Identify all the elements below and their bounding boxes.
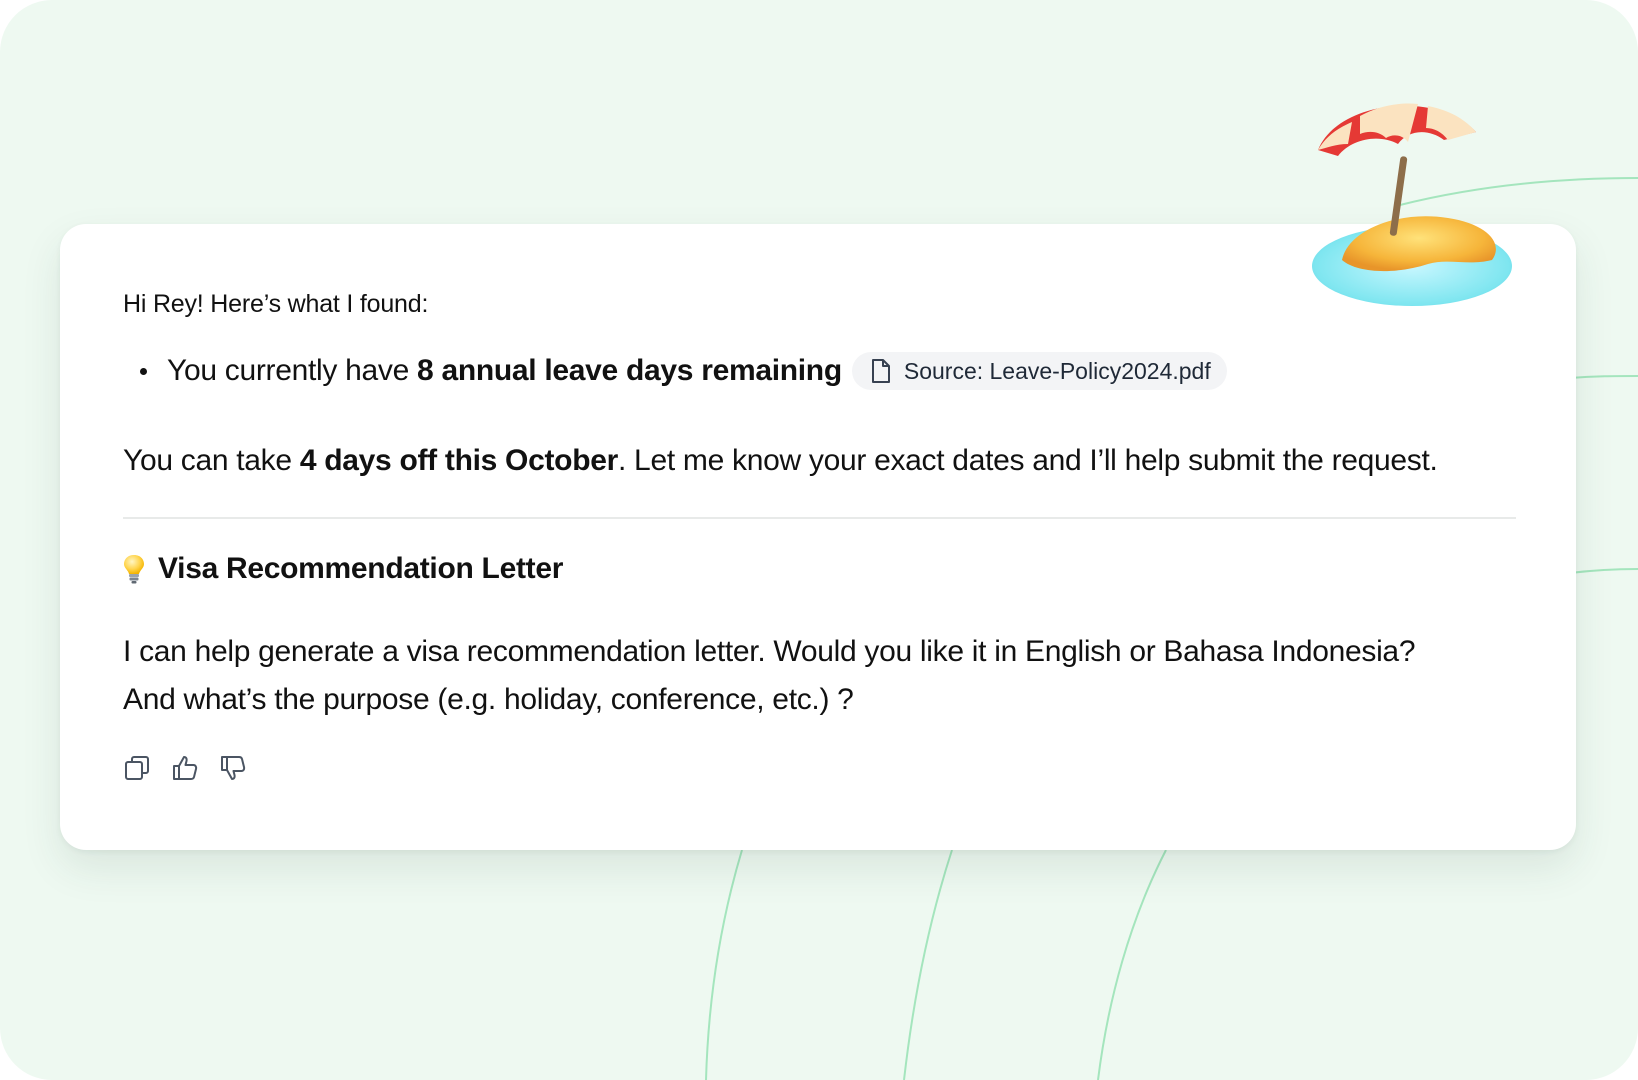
thumbs-up-icon — [173, 756, 198, 780]
october-emphasis: 4 days off this October — [299, 444, 618, 477]
october-prefix: You can take — [123, 444, 300, 477]
visa-section-title-text: Visa Recommendation Letter — [158, 552, 564, 585]
document-icon — [871, 359, 890, 383]
source-chip-label: Source: Leave-Policy2024.pdf — [903, 357, 1211, 384]
visa-body-line-2: And what’s the purpose (e.g. holiday, co… — [123, 683, 854, 716]
visa-section-title: Visa Recommendation Letter — [122, 552, 563, 586]
bullet-dot — [140, 367, 147, 375]
thumbs-up-button[interactable] — [170, 753, 200, 783]
copy-icon — [125, 756, 149, 780]
leave-balance-text: You currently have 8 annual leave days r… — [167, 354, 842, 388]
background-frame: Hi Rey! Here’s what I found: You current… — [0, 0, 1638, 1080]
visa-section-body: I can help generate a visa recommendatio… — [123, 628, 1523, 724]
leave-balance-emphasis: 8 annual leave days remaining — [417, 354, 842, 387]
lightbulb-icon — [124, 555, 144, 584]
visa-body-line-1: I can help generate a visa recommendatio… — [123, 635, 1416, 668]
october-leave-text: You can take 4 days off this October. Le… — [123, 444, 1438, 478]
thumbs-down-button[interactable] — [218, 753, 248, 783]
leave-balance-bullet: You currently have 8 annual leave days r… — [140, 352, 1227, 390]
source-chip[interactable]: Source: Leave-Policy2024.pdf — [851, 352, 1227, 390]
chat-response-card: Hi Rey! Here’s what I found: You current… — [60, 224, 1576, 850]
beach-umbrella-icon — [1312, 103, 1512, 306]
greeting-text: Hi Rey! Here’s what I found: — [123, 290, 429, 318]
october-suffix: . Let me know your exact dates and I’ll … — [617, 444, 1438, 477]
leave-balance-prefix: You currently have — [167, 354, 418, 387]
message-actions — [122, 753, 248, 783]
thumbs-down-icon — [221, 756, 246, 780]
section-divider — [123, 517, 1516, 519]
copy-button[interactable] — [122, 753, 152, 783]
